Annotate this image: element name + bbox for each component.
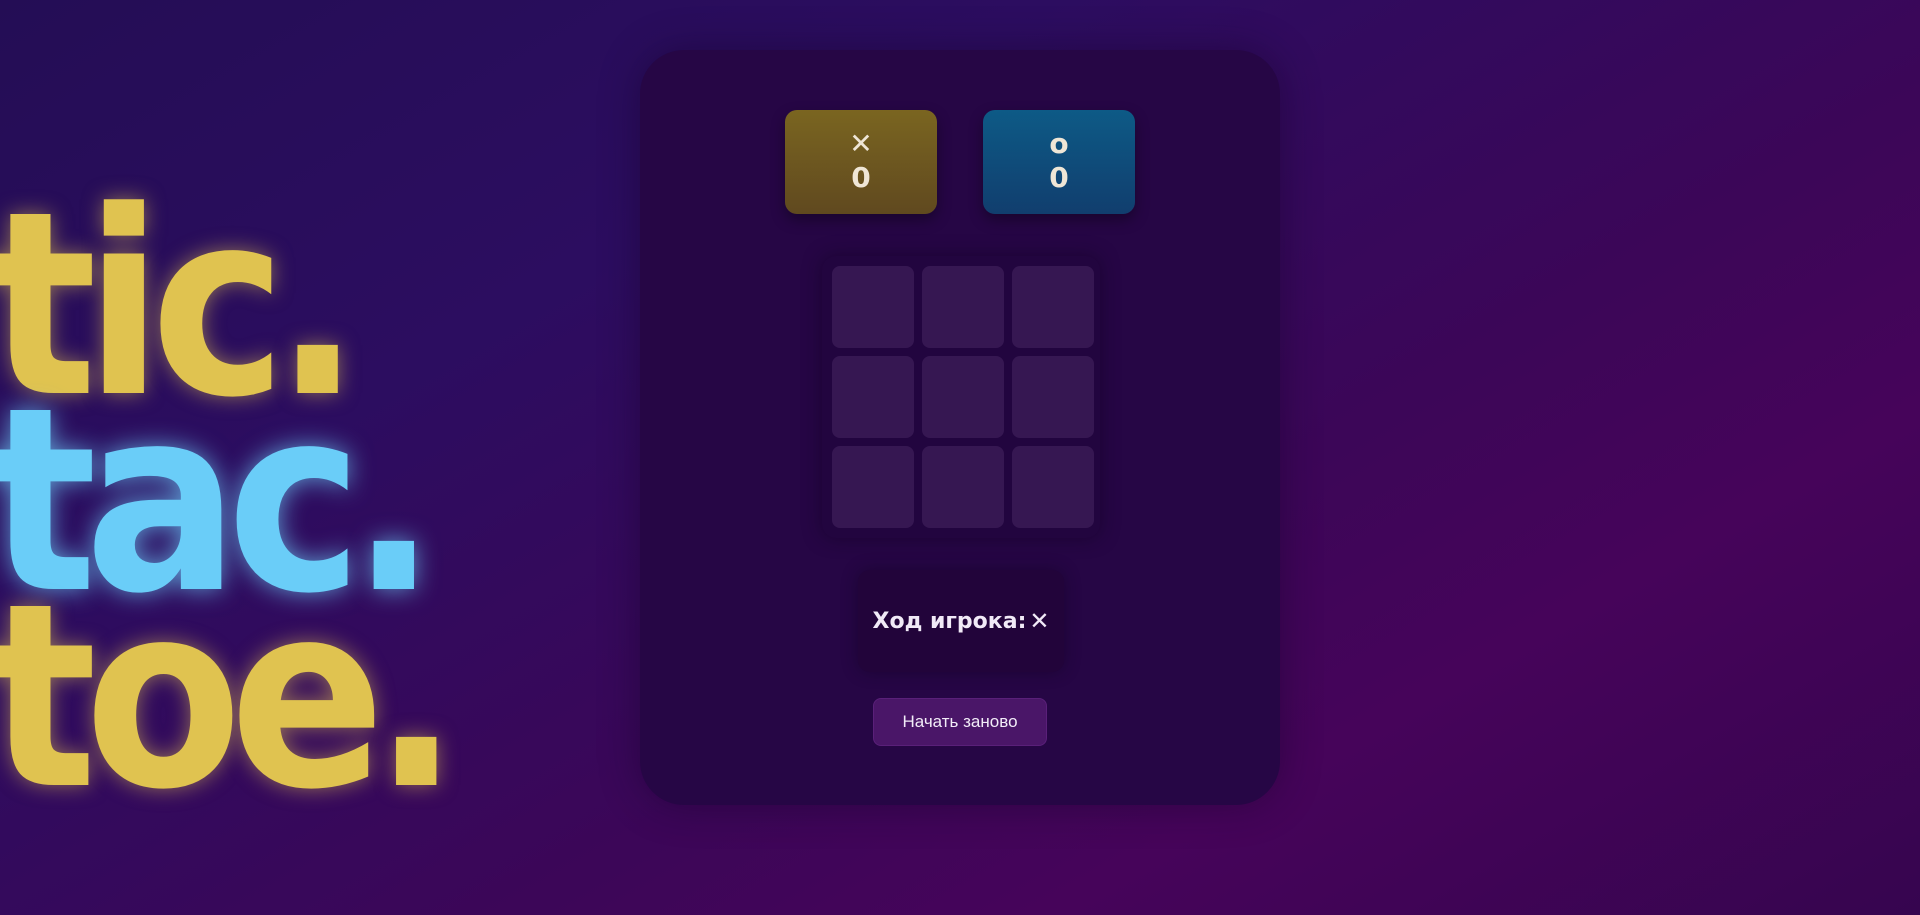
- board-cell-2[interactable]: [922, 266, 1004, 348]
- board-cell-6[interactable]: [1012, 356, 1094, 438]
- score-card-o: o 0: [983, 110, 1135, 214]
- board-cell-3[interactable]: [1012, 266, 1094, 348]
- restart-button[interactable]: Начать заново: [873, 698, 1047, 746]
- turn-label: Ход игрока:: [872, 608, 1027, 634]
- score-card-x: ✕ 0: [785, 110, 937, 214]
- board-cell-9[interactable]: [1012, 446, 1094, 528]
- x-symbol-icon: ✕: [849, 127, 873, 160]
- board-cell-5[interactable]: [922, 356, 1004, 438]
- score-x-value: 0: [851, 161, 871, 194]
- game-title: tic. tac. toe.: [0, 178, 460, 846]
- turn-indicator: Ход игрока: ✕: [858, 570, 1064, 672]
- o-symbol-icon: o: [1049, 127, 1069, 160]
- score-o-value: 0: [1049, 161, 1069, 194]
- board-cell-4[interactable]: [832, 356, 914, 438]
- title-line-toe: toe.: [0, 549, 460, 846]
- board-cell-8[interactable]: [922, 446, 1004, 528]
- game-card: ✕ 0 o 0 Ход игрока: ✕ Начать заново: [640, 50, 1280, 805]
- board-cell-7[interactable]: [832, 446, 914, 528]
- current-player-x-icon: ✕: [1029, 607, 1050, 635]
- board-cell-1[interactable]: [832, 266, 914, 348]
- game-board: [822, 256, 1100, 538]
